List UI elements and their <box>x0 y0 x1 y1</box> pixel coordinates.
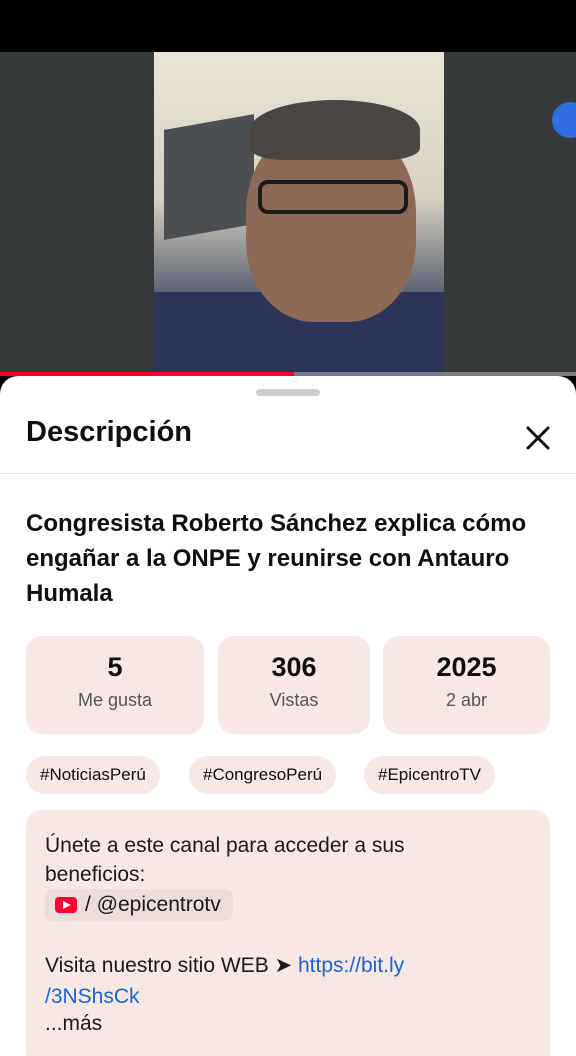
likes-stat: 5 Me gusta <box>26 636 204 734</box>
views-label: Vistas <box>269 690 319 710</box>
person-glasses <box>258 180 408 214</box>
hashtag-epicentro-tv[interactable]: #EpicentroTV <box>364 756 495 794</box>
video-frame <box>154 52 444 376</box>
sheet-header: Descripción <box>0 408 576 474</box>
person-hair <box>250 100 420 160</box>
hashtag-congreso-peru[interactable]: #CongresoPerú <box>189 756 337 794</box>
channel-handle: / @epicentrotv <box>85 893 221 916</box>
views-count: 306 <box>271 652 317 682</box>
description-line-2: beneficios: <box>45 863 146 886</box>
background-monitor <box>164 114 254 240</box>
youtube-icon <box>55 897 77 913</box>
channel-link-chip[interactable]: / @epicentrotv <box>45 889 233 921</box>
description-line-1: Únete a este canal para acceder a sus <box>45 834 405 857</box>
website-link-continued[interactable]: /3NShsCk <box>45 982 525 1011</box>
description-box[interactable]: Únete a este canal para acceder a sus be… <box>26 810 550 1056</box>
description-sheet: Descripción Congresista Roberto Sánchez … <box>0 376 576 1056</box>
publish-year: 2025 <box>436 652 497 682</box>
views-stat: 306 Vistas <box>218 636 370 734</box>
close-button[interactable] <box>518 418 558 458</box>
close-icon <box>526 426 550 450</box>
video-player[interactable] <box>0 52 576 376</box>
publish-date: 2 abr <box>445 690 488 710</box>
drag-handle[interactable] <box>256 389 320 396</box>
sheet-title: Descripción <box>26 416 192 448</box>
visit-text: Visita nuestro sitio WEB ➤ <box>45 954 298 977</box>
likes-count: 5 <box>107 652 123 682</box>
likes-label: Me gusta <box>77 690 153 710</box>
website-link[interactable]: https://bit.ly <box>298 954 404 977</box>
video-title: Congresista Roberto Sánchez explica cómo… <box>26 510 527 607</box>
description-visit-line: Visita nuestro sitio WEB ➤ https://bit.l… <box>45 951 525 980</box>
hashtag-noticias-peru[interactable]: #NoticiasPerú <box>26 756 160 794</box>
channel-badge-icon <box>552 102 576 138</box>
date-stat: 2025 2 abr <box>383 636 550 734</box>
show-more-button[interactable]: ...más <box>45 1012 102 1036</box>
